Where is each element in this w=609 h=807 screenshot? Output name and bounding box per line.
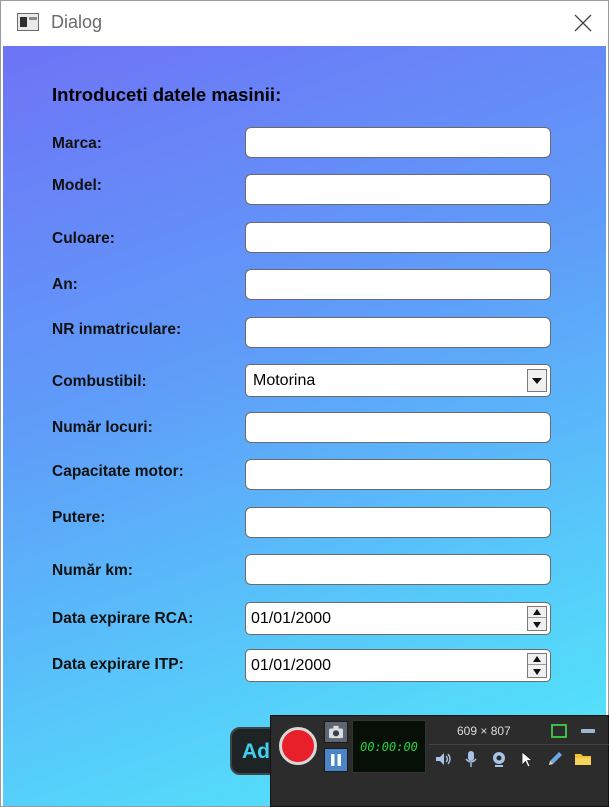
folder-icon <box>575 754 591 765</box>
marca-field[interactable] <box>245 127 551 158</box>
webcam-icon <box>493 752 505 767</box>
cursor-button[interactable] <box>516 748 538 770</box>
capture-size-label: 609 × 807 <box>457 724 511 738</box>
arrow-down-icon <box>533 668 541 675</box>
label-culoare: Culoare: <box>52 230 115 247</box>
add-button-label: Ad <box>242 740 270 763</box>
pencil-icon <box>549 752 562 765</box>
rectangle-select-icon <box>551 724 567 738</box>
form-heading: Introduceti datele masinii: <box>52 84 282 105</box>
putere-field[interactable] <box>245 507 551 538</box>
numar-km-input[interactable] <box>246 555 550 584</box>
microphone-button[interactable] <box>460 748 482 770</box>
nr-inmatriculare-input[interactable] <box>246 318 550 347</box>
close-icon <box>574 14 592 32</box>
microphone-icon <box>465 751 477 767</box>
putere-input[interactable] <box>246 508 550 537</box>
chevron-down-icon <box>532 377 542 384</box>
label-an: An: <box>52 276 78 293</box>
recording-timer: 00:00:00 <box>352 720 426 773</box>
model-field[interactable] <box>245 174 551 205</box>
region-select-button[interactable] <box>548 720 570 742</box>
culoare-input[interactable] <box>246 223 550 252</box>
cursor-icon <box>521 751 534 768</box>
rca-date-picker[interactable]: 01/01/2000 <box>245 602 551 635</box>
screenshot-button[interactable] <box>324 721 348 743</box>
label-numar-locuri: Număr locuri: <box>52 419 153 436</box>
numar-locuri-field[interactable] <box>245 412 551 443</box>
window-app-icon <box>17 13 39 31</box>
model-input[interactable] <box>246 175 550 204</box>
itp-date-picker[interactable]: 01/01/2000 <box>245 649 551 682</box>
title-bar[interactable]: Dialog <box>1 1 608 45</box>
an-input[interactable] <box>246 270 550 299</box>
rca-spinner[interactable] <box>527 606 547 631</box>
label-combustibil: Combustibil: <box>52 373 147 390</box>
label-data-expirare-itp: Data expirare ITP: <box>52 656 184 673</box>
open-folder-button[interactable] <box>572 748 594 770</box>
numar-km-field[interactable] <box>245 554 551 585</box>
screen-recorder-toolbar: 00:00:00 609 × 807 <box>270 715 609 807</box>
dialog-window: Dialog Introduceti datele masinii: Marca… <box>0 0 609 807</box>
rca-spin-down[interactable] <box>528 619 546 630</box>
arrow-up-icon <box>533 609 541 615</box>
nr-inmatriculare-field[interactable] <box>245 317 551 348</box>
rca-spin-up[interactable] <box>528 607 546 618</box>
minimize-toolbar-button[interactable] <box>577 720 599 742</box>
label-numar-km: Număr km: <box>52 562 133 579</box>
webcam-button[interactable] <box>488 748 510 770</box>
label-nr-inmatriculare: NR inmatriculare: <box>52 321 182 338</box>
pause-button[interactable] <box>324 748 348 772</box>
itp-spin-up[interactable] <box>528 654 546 665</box>
window-title: Dialog <box>51 12 103 32</box>
speaker-icon <box>436 753 451 765</box>
speaker-button[interactable] <box>432 748 454 770</box>
label-marca: Marca: <box>52 135 102 152</box>
combustibil-select[interactable]: Motorina <box>245 364 551 397</box>
toolbar-divider <box>429 744 609 745</box>
arrow-down-icon <box>533 621 541 628</box>
culoare-field[interactable] <box>245 222 551 253</box>
itp-date-value[interactable]: 01/01/2000 <box>251 657 331 675</box>
arrow-up-icon <box>533 656 541 662</box>
label-model: Model: <box>52 177 102 194</box>
label-putere: Putere: <box>52 509 106 526</box>
capacitate-motor-input[interactable] <box>246 460 550 489</box>
dialog-body: Introduceti datele masinii: Marca: Model… <box>3 46 606 806</box>
label-data-expirare-rca: Data expirare RCA: <box>52 610 194 627</box>
capacitate-motor-field[interactable] <box>245 459 551 490</box>
pause-icon <box>331 754 341 766</box>
numar-locuri-input[interactable] <box>246 413 550 442</box>
label-capacitate-motor: Capacitate motor: <box>52 463 184 480</box>
minimize-icon <box>581 729 595 733</box>
combustibil-selected-value: Motorina <box>253 372 316 389</box>
rca-date-value[interactable]: 01/01/2000 <box>251 610 331 628</box>
itp-spinner[interactable] <box>527 653 547 678</box>
marca-input[interactable] <box>246 128 550 157</box>
recording-timer-text: 00:00:00 <box>360 739 418 754</box>
itp-spin-down[interactable] <box>528 666 546 677</box>
close-button[interactable] <box>567 8 599 38</box>
record-button[interactable] <box>279 727 317 765</box>
combustibil-dropdown-button[interactable] <box>527 369 547 392</box>
an-field[interactable] <box>245 269 551 300</box>
draw-button[interactable] <box>544 748 566 770</box>
camera-icon <box>329 725 343 739</box>
